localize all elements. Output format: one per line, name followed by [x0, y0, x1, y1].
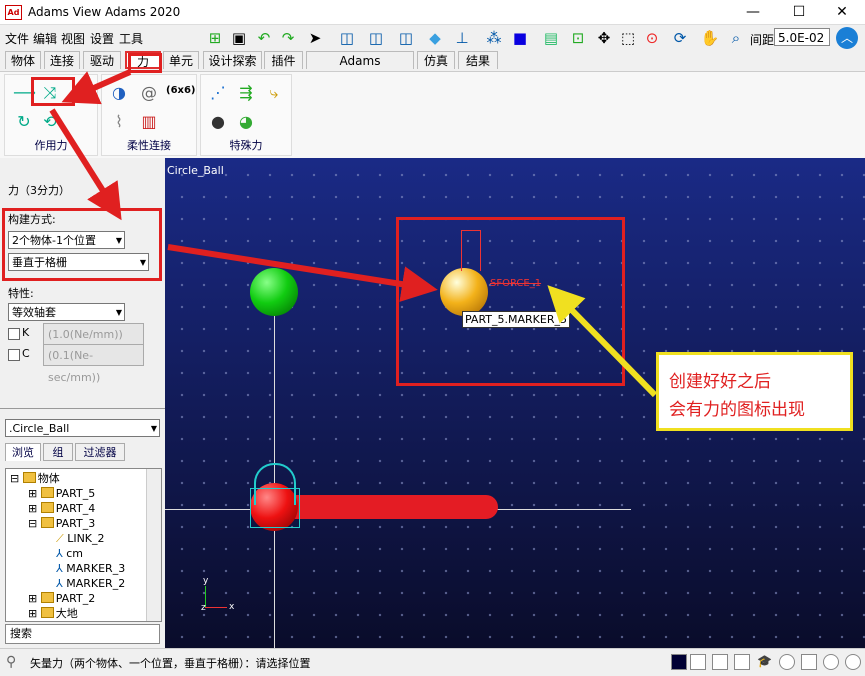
status-text: 矢量力（两个物体、一个位置，垂直于格栅）：请选择位置: [30, 657, 311, 670]
warning-icon[interactable]: [845, 654, 861, 670]
table-icon[interactable]: [712, 654, 728, 670]
annotation-arrows: [49, 69, 658, 398]
status-icon: ⚲: [6, 654, 17, 670]
arrow-callout-to-force: [547, 285, 658, 398]
viewport-mode-icon[interactable]: [671, 654, 687, 670]
plot-icon[interactable]: [690, 654, 706, 670]
help-icon[interactable]: [823, 654, 839, 670]
arrow-tab-to-tool: [61, 69, 132, 105]
arrow-panel-to-viewport: [167, 244, 438, 302]
info-icon[interactable]: [779, 654, 795, 670]
status-bar: ⚲ 矢量力（两个物体、一个位置，垂直于格栅）：请选择位置 🎓: [0, 648, 865, 676]
spreadsheet-icon[interactable]: [734, 654, 750, 670]
arrow-tool-to-panel: [49, 108, 122, 221]
graduation-icon[interactable]: 🎓: [757, 654, 773, 670]
tool-icon[interactable]: [801, 654, 817, 670]
